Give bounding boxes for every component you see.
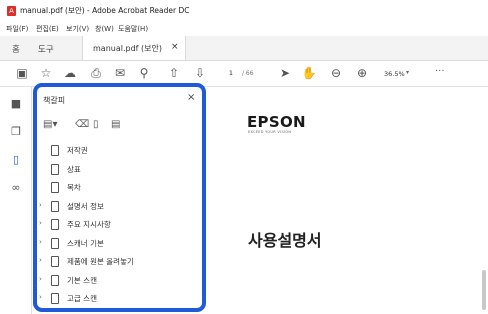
page-number-input[interactable]: 1 — [224, 66, 238, 80]
bookmark-item[interactable]: › 제품에 원본 올려놓기 — [37, 253, 202, 270]
bookmark-icon — [51, 237, 59, 249]
page-down-icon[interactable]: ⇩ — [192, 65, 208, 81]
chevron-right-icon[interactable]: › — [39, 238, 42, 246]
bookmark-icon — [51, 274, 59, 286]
bookmark-icon — [51, 293, 59, 304]
panel-toolbar: ▤▾ ⌫ ▯ ▤ — [37, 115, 202, 137]
title-bar: A manual.pdf (보안) - Adobe Acrobat Reader… — [0, 0, 488, 22]
bookmark-item[interactable]: › 고급 스캔 — [37, 290, 202, 307]
window-title: manual.pdf (보안) - Adobe Acrobat Reader D… — [20, 6, 190, 15]
bookmark-item[interactable]: 저작권 — [37, 142, 202, 159]
bookmark-item[interactable]: › 설명서 정보 — [37, 198, 202, 215]
bookmark-icon — [51, 200, 59, 212]
select-cursor-icon[interactable]: ➤ — [277, 65, 293, 81]
attachment-icon[interactable]: ∞ — [9, 181, 23, 195]
brand-logo: EPSON — [247, 113, 306, 131]
new-bookmark-icon[interactable]: ▯ — [93, 119, 99, 130]
bookmark-star-icon[interactable]: ☆ — [38, 65, 54, 81]
chevron-right-icon[interactable]: › — [39, 201, 42, 209]
hand-tool-icon[interactable]: ✋ — [301, 65, 317, 81]
scrollbar-thumb[interactable] — [482, 270, 486, 310]
page-total: / 66 — [242, 70, 254, 77]
zoom-out-icon[interactable]: ⊖ — [328, 65, 344, 81]
bookmark-icon — [51, 256, 59, 267]
bookmark-icon — [51, 219, 59, 230]
bookmark-item[interactable]: › 스캐너 기본 — [37, 235, 202, 252]
bookmarks-panel: 책갈피 × ▤▾ ⌫ ▯ ▤ 저작권상표목차 › 설명서 정보 › 주요 지시사항 › 스캐… — [33, 83, 206, 312]
bookmark-label: 주요 지시사항 — [67, 220, 111, 229]
bookmark-icon[interactable]: ▯ — [9, 153, 23, 167]
bookmark-item[interactable]: › 주요 지시사항 — [37, 216, 202, 233]
pdf-icon: A — [7, 6, 16, 16]
brand-tagline: EXCEED YOUR VISION — [248, 130, 292, 134]
bookmark-item[interactable]: 상표 — [37, 161, 202, 178]
print-icon[interactable]: ⎙ — [88, 65, 104, 81]
bookmark-label: 제품에 원본 올려놓기 — [67, 257, 134, 266]
email-icon[interactable]: ✉ — [112, 65, 128, 81]
bookmark-label: 스캐너 기본 — [67, 238, 104, 248]
bookmark-label: 설명서 정보 — [67, 201, 104, 211]
bookmark-label: 고급 스캔 — [67, 294, 97, 303]
chevron-right-icon[interactable]: › — [39, 275, 42, 283]
chevron-right-icon[interactable]: › — [39, 219, 42, 227]
zoom-in-icon[interactable]: ⊕ — [354, 65, 370, 81]
page-up-icon[interactable]: ⇧ — [166, 65, 182, 81]
left-rail: ■ ❐ ▯ ∞ — [0, 87, 32, 314]
menu-help[interactable]: 도움말(H) — [118, 24, 148, 34]
chevron-right-icon[interactable]: › — [39, 293, 42, 301]
menu-bar: 파일(F) 편집(E) 보기(V) 창(W) 도움말(H) — [0, 22, 488, 36]
upload-icon[interactable]: ☁ — [62, 65, 78, 81]
tab-home[interactable]: 홈 — [12, 43, 20, 55]
expand-bookmark-icon[interactable]: ▤ — [111, 119, 120, 130]
close-panel-button[interactable]: × — [187, 92, 195, 103]
lock-icon[interactable]: ■ — [9, 97, 23, 111]
bookmark-label: 상표 — [67, 164, 81, 174]
bookmark-item[interactable]: › 기본 스캔 — [37, 272, 202, 289]
tab-document[interactable]: manual.pdf (보안) × — [82, 36, 186, 60]
menu-window[interactable]: 창(W) — [95, 24, 114, 34]
save-icon[interactable]: ▣ — [14, 65, 30, 81]
document-tab-label: manual.pdf (보안) — [93, 44, 162, 53]
menu-edit[interactable]: 편집(E) — [36, 24, 59, 34]
tab-tools[interactable]: 도구 — [38, 43, 54, 55]
bookmark-icon — [51, 163, 59, 175]
more-tools-button[interactable]: ··· — [435, 66, 445, 77]
search-icon[interactable]: ⚲ — [136, 65, 152, 81]
bookmark-icon — [51, 182, 59, 193]
chevron-right-icon[interactable]: › — [39, 256, 42, 264]
bookmark-label: 저작권 — [67, 146, 88, 155]
bookmark-label: 기본 스캔 — [67, 275, 97, 285]
bookmark-item[interactable]: 목차 — [37, 179, 202, 196]
close-tab-button[interactable]: × — [171, 42, 179, 52]
zoom-select[interactable]: 36.5% — [384, 70, 405, 78]
bookmark-icon — [51, 145, 59, 156]
chevron-down-icon[interactable]: ▾ — [406, 69, 409, 76]
menu-view[interactable]: 보기(V) — [66, 24, 89, 34]
panel-title: 책갈피 — [43, 96, 66, 105]
pages-icon[interactable]: ❐ — [9, 125, 23, 139]
menu-file[interactable]: 파일(F) — [6, 24, 28, 34]
document-title: 사용설명서 — [248, 231, 322, 250]
delete-icon[interactable]: ⌫ — [75, 119, 89, 130]
tab-bar: 홈 도구 — [0, 36, 488, 61]
options-menu-icon[interactable]: ▤▾ — [43, 119, 57, 130]
bookmark-label: 목차 — [67, 183, 81, 192]
